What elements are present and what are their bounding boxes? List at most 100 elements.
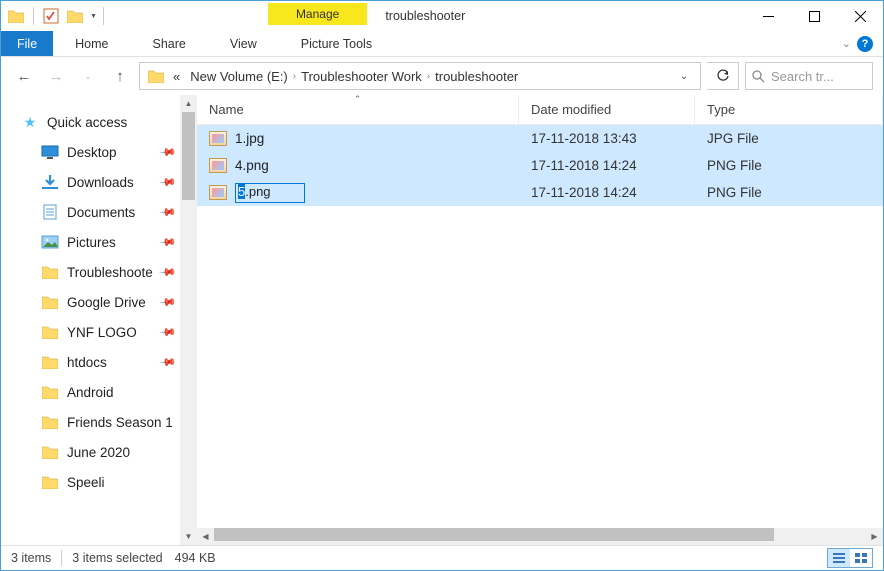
scroll-left-button[interactable]: ◀	[197, 528, 214, 545]
tab-share[interactable]: Share	[131, 31, 208, 56]
nav-item[interactable]: Pictures📌	[1, 227, 197, 257]
rename-input[interactable]: 5.png	[235, 183, 305, 203]
nav-item[interactable]: Friends Season 1	[1, 407, 197, 437]
image-file-icon	[209, 185, 227, 200]
breadcrumb-item[interactable]: New Volume (E:)	[185, 69, 293, 84]
separator	[33, 7, 34, 25]
folder-icon	[41, 264, 59, 280]
scroll-thumb[interactable]	[214, 528, 774, 541]
close-button[interactable]	[837, 1, 883, 31]
breadcrumb-item[interactable]: Troubleshooter Work	[296, 69, 427, 84]
folder-icon	[41, 294, 59, 310]
quick-access-label: Quick access	[47, 115, 127, 130]
address-dropdown-icon[interactable]: ⌄	[672, 71, 696, 82]
scroll-up-button[interactable]: ▲	[180, 95, 197, 112]
search-icon	[752, 70, 765, 83]
pin-icon: 📌	[159, 143, 178, 162]
nav-item-label: Desktop	[67, 145, 117, 160]
nav-item-label: Downloads	[67, 175, 134, 190]
nav-item[interactable]: Android	[1, 377, 197, 407]
nav-item-label: YNF LOGO	[67, 325, 137, 340]
folder-icon	[41, 354, 59, 370]
quick-access-header[interactable]: ★Quick access	[1, 107, 197, 137]
nav-item[interactable]: YNF LOGO 📌	[1, 317, 197, 347]
nav-item-label: Documents	[67, 205, 135, 220]
folder-icon	[41, 414, 59, 430]
file-list-pane: Name ⌃ Date modified Type 1.jpg 17-11-20…	[197, 95, 883, 545]
forward-button[interactable]: →	[43, 63, 69, 89]
status-selected-count: 3 items selected	[72, 551, 162, 565]
desktop-icon	[41, 144, 59, 160]
image-file-icon	[209, 131, 227, 146]
column-header-name[interactable]: Name ⌃	[197, 95, 519, 124]
nav-item[interactable]: Speeli	[1, 467, 197, 497]
nav-item[interactable]: June 2020	[1, 437, 197, 467]
pictures-icon	[41, 234, 59, 250]
scroll-down-button[interactable]: ▼	[180, 528, 197, 545]
pin-icon: 📌	[159, 173, 178, 192]
downloads-icon	[41, 174, 59, 190]
minimize-button[interactable]	[745, 1, 791, 31]
up-button[interactable]: ↑	[107, 63, 133, 89]
horizontal-scrollbar[interactable]: ◀ ▶	[197, 528, 883, 545]
nav-item[interactable]: htdocs📌	[1, 347, 197, 377]
nav-item[interactable]: Troubleshooter📌	[1, 257, 197, 287]
pin-icon: 📌	[159, 263, 178, 282]
breadcrumb-item[interactable]: troubleshooter	[430, 69, 523, 84]
nav-item[interactable]: Desktop 📌	[1, 137, 197, 167]
folder-icon	[41, 324, 59, 340]
help-icon[interactable]: ?	[857, 36, 873, 52]
folder-icon	[148, 69, 164, 83]
nav-item-label: Android	[67, 385, 114, 400]
view-mode-toggle	[827, 548, 873, 568]
sort-ascending-icon: ⌃	[354, 95, 362, 105]
thumbnails-view-button[interactable]	[850, 549, 872, 567]
file-tab[interactable]: File	[1, 31, 53, 56]
file-row[interactable]: 4.png 17-11-2018 14:24 PNG File	[197, 152, 883, 179]
file-date: 17-11-2018 14:24	[519, 158, 695, 173]
maximize-button[interactable]	[791, 1, 837, 31]
separator	[103, 7, 104, 25]
folder-icon	[41, 384, 59, 400]
tab-picture-tools[interactable]: Picture Tools	[279, 31, 394, 56]
file-row[interactable]: 5.png 17-11-2018 14:24 PNG File	[197, 179, 883, 206]
scroll-thumb[interactable]	[182, 112, 195, 200]
tab-view[interactable]: View	[208, 31, 279, 56]
column-header-date[interactable]: Date modified	[519, 95, 695, 124]
explorer-body: ★Quick access Desktop 📌 Downloads 📌 Documents…	[1, 95, 883, 545]
nav-item-label: June 2020	[67, 445, 130, 460]
pin-icon: 📌	[159, 323, 178, 342]
recent-locations-dropdown[interactable]: ⌄	[75, 63, 101, 89]
documents-icon	[41, 204, 59, 220]
window-title: troubleshooter	[367, 1, 465, 31]
nav-item[interactable]: Google Drive📌	[1, 287, 197, 317]
tab-home[interactable]: Home	[53, 31, 130, 56]
breadcrumb-overflow[interactable]: «	[168, 69, 185, 84]
navigation-pane: ★Quick access Desktop 📌 Downloads 📌 Documents…	[1, 95, 197, 545]
file-row[interactable]: 1.jpg 17-11-2018 13:43 JPG File	[197, 125, 883, 152]
new-folder-icon[interactable]	[64, 5, 86, 27]
title-bar: ▼ Manage troubleshooter	[1, 1, 883, 31]
pin-icon: 📌	[159, 353, 178, 372]
nav-item[interactable]: Documents📌	[1, 197, 197, 227]
details-view-button[interactable]	[828, 549, 850, 567]
navigation-row: ← → ⌄ ↑ « New Volume (E:) › Troubleshoot…	[1, 57, 883, 95]
qat-dropdown-icon[interactable]: ▼	[90, 13, 97, 20]
ribbon-tabs: File Home Share View Picture Tools ⌄ ?	[1, 31, 883, 57]
image-file-icon	[209, 158, 227, 173]
back-button[interactable]: ←	[11, 63, 37, 89]
expand-ribbon-icon[interactable]: ⌄	[842, 37, 851, 50]
file-type: PNG File	[695, 158, 883, 173]
vertical-scrollbar[interactable]: ▲ ▼	[180, 95, 197, 545]
nav-item-label: Speeli	[67, 475, 105, 490]
nav-item[interactable]: Downloads 📌	[1, 167, 197, 197]
file-date: 17-11-2018 14:24	[519, 185, 695, 200]
refresh-button[interactable]	[707, 62, 739, 90]
column-header-type[interactable]: Type	[695, 95, 883, 124]
folder-icon	[5, 5, 27, 27]
scroll-right-button[interactable]: ▶	[866, 528, 883, 545]
search-box[interactable]: Search tr...	[745, 62, 873, 90]
properties-icon[interactable]	[40, 5, 62, 27]
file-name: 1.jpg	[235, 131, 264, 146]
address-bar[interactable]: « New Volume (E:) › Troubleshooter Work …	[139, 62, 701, 90]
